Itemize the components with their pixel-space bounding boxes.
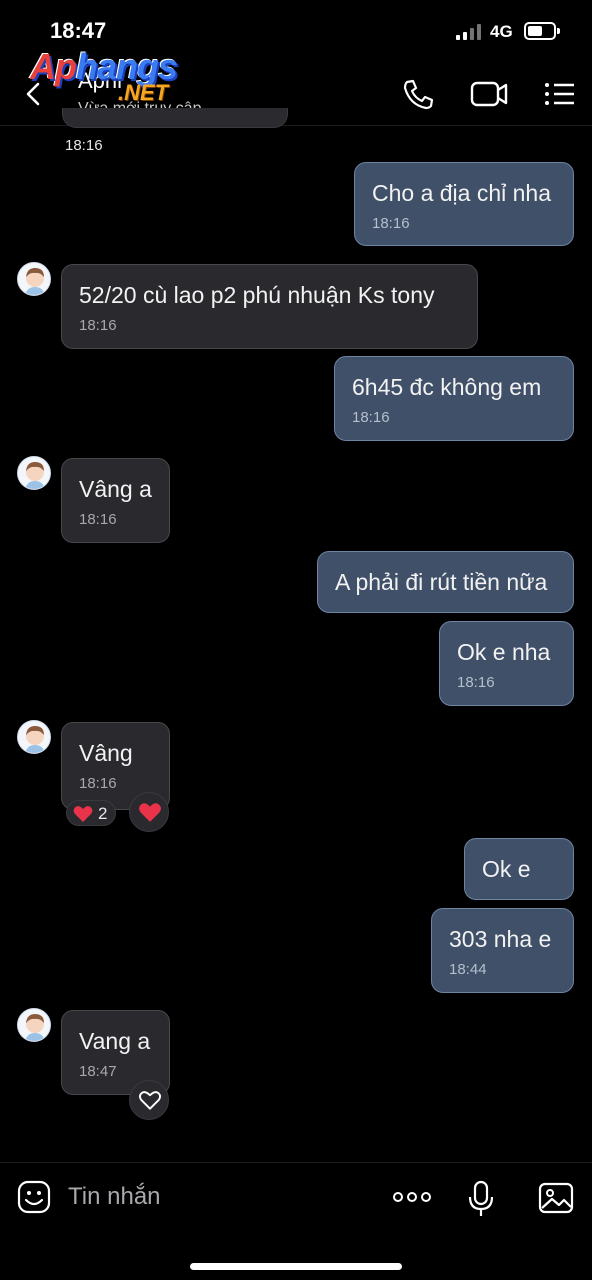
message-text: Ok e (482, 856, 531, 882)
reaction-button[interactable] (129, 792, 169, 832)
avatar[interactable] (17, 1008, 51, 1042)
outgoing-message[interactable]: Cho a địa chỉ nha 18:16 (354, 162, 574, 246)
message-time: 18:16 (79, 317, 117, 334)
message-time: 18:16 (65, 137, 103, 154)
signal-icon (456, 24, 482, 40)
image-icon[interactable] (538, 1181, 574, 1220)
heart-outline-icon (138, 1090, 162, 1116)
menu-icon[interactable] (542, 76, 582, 112)
avatar[interactable] (17, 720, 51, 754)
status-time: 18:47 (50, 18, 107, 43)
reaction-button[interactable] (129, 1080, 169, 1120)
message-time: 18:47 (79, 1063, 117, 1080)
incoming-message[interactable]: 52/20 cù lao p2 phú nhuận Ks tony 18:16 (61, 264, 478, 349)
message-composer: Tin nhắn (0, 1162, 592, 1280)
message-text: Ok e nha (457, 639, 551, 665)
phone-icon[interactable] (398, 76, 438, 112)
outgoing-message[interactable]: Ok e nha 18:16 (439, 621, 574, 706)
message-text: Vang a (79, 1028, 151, 1054)
message-text: Vâng (79, 740, 133, 766)
message-text: A phải đi rút tiền nữa (335, 569, 548, 595)
incoming-message[interactable]: Vâng a 18:16 (61, 458, 170, 543)
message-text: Cho a địa chỉ nha (372, 180, 552, 206)
message-time: 18:16 (352, 409, 390, 426)
message-time: 18:16 (79, 775, 117, 792)
message-text: 6h45 đc không em (352, 374, 542, 400)
message-time: 18:16 (79, 511, 117, 528)
message-time: 18:44 (449, 961, 487, 978)
home-indicator (190, 1263, 402, 1270)
battery-icon (524, 22, 560, 40)
message-input[interactable]: Tin nhắn (68, 1183, 161, 1211)
message-text: 303 nha e (449, 926, 552, 952)
heart-icon (73, 805, 93, 828)
message-text: 52/20 cù lao p2 phú nhuận Ks tony (79, 282, 435, 308)
message-time: 18:16 (372, 215, 410, 232)
video-icon[interactable] (468, 76, 510, 112)
outgoing-message[interactable]: 303 nha e 18:44 (431, 908, 574, 993)
reaction-summary[interactable]: 2 (66, 800, 116, 826)
outgoing-message[interactable]: A phải đi rút tiền nữa (317, 551, 574, 613)
message-text: Vâng a (79, 476, 152, 502)
network-type: 4G (490, 22, 513, 41)
reaction-count: 2 (98, 804, 108, 823)
outgoing-message[interactable]: Ok e (464, 838, 574, 900)
emoji-icon[interactable] (16, 1179, 52, 1220)
watermark-logo: Aphangs .NET (30, 46, 178, 105)
more-icon[interactable] (392, 1187, 432, 1212)
avatar[interactable] (17, 456, 51, 490)
heart-icon (138, 802, 162, 828)
outgoing-message[interactable]: 6h45 đc không em 18:16 (334, 356, 574, 441)
message-time: 18:16 (457, 674, 495, 691)
mic-icon[interactable] (466, 1179, 496, 1224)
avatar[interactable] (17, 262, 51, 296)
